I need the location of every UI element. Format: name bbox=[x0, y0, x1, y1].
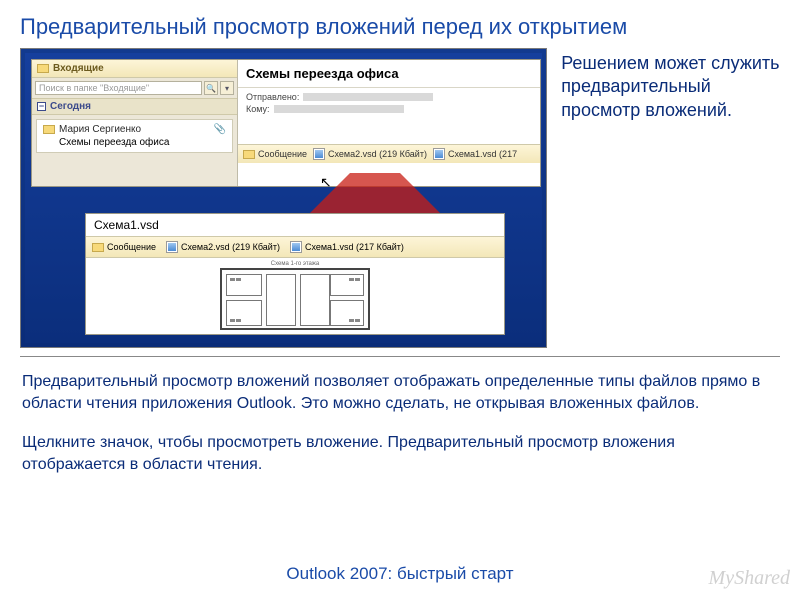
paragraph-1: Предварительный просмотр вложений позвол… bbox=[22, 371, 778, 414]
attachment-file1: Схема2.vsd (219 Кбайт) bbox=[328, 149, 427, 159]
meta-sent: Отправлено: bbox=[238, 92, 540, 102]
paragraph-2: Щелкните значок, чтобы просмотреть вложе… bbox=[22, 432, 778, 475]
attachment-message-tab[interactable]: Сообщение bbox=[243, 149, 307, 159]
search-icon[interactable]: 🔍 bbox=[204, 81, 218, 95]
attachment-chip[interactable]: Схема2.vsd (219 Кбайт) bbox=[166, 241, 280, 253]
attachment-message-label: Сообщение bbox=[258, 149, 307, 159]
stage: Входящие Поиск в папке "Входящие" 🔍 ▾ − … bbox=[20, 48, 780, 348]
meta-to-label: Кому: bbox=[246, 104, 270, 114]
cursor-icon: ↖ bbox=[320, 174, 332, 191]
outlook-panel: Входящие Поиск в папке "Входящие" 🔍 ▾ − … bbox=[31, 59, 541, 187]
reading-title: Схемы переезда офиса bbox=[238, 60, 540, 83]
floorplan-caption: Схема 1-го этажа bbox=[222, 261, 368, 267]
group-today[interactable]: − Сегодня bbox=[32, 99, 237, 115]
screenshot: Входящие Поиск в папке "Входящие" 🔍 ▾ − … bbox=[25, 53, 542, 343]
attachment-chip[interactable]: Схема1.vsd (217 Кбайт) bbox=[290, 241, 404, 253]
envelope-icon bbox=[43, 125, 55, 134]
paperclip-icon: 📎 bbox=[214, 124, 226, 135]
placeholder-bar bbox=[274, 105, 404, 113]
attachment-file1: Схема2.vsd (219 Кбайт) bbox=[181, 242, 280, 252]
body-text: Предварительный просмотр вложений позвол… bbox=[0, 357, 800, 475]
floorplan-diagram: Схема 1-го этажа bbox=[220, 268, 370, 330]
message-from: Мария Сергиенко bbox=[59, 124, 141, 135]
slide-title: Предварительный просмотр вложений перед … bbox=[0, 0, 800, 48]
screenshot-frame: Входящие Поиск в папке "Входящие" 🔍 ▾ − … bbox=[20, 48, 547, 348]
preview-file-title: Схема1.vsd bbox=[86, 214, 504, 236]
visio-file-icon bbox=[290, 241, 302, 253]
meta-to: Кому: bbox=[238, 104, 540, 114]
reading-pane: Схемы переезда офиса Отправлено: Кому: bbox=[238, 60, 540, 186]
visio-file-icon bbox=[313, 148, 325, 160]
meta-sent-label: Отправлено: bbox=[246, 92, 299, 102]
search-row: Поиск в папке "Входящие" 🔍 ▾ bbox=[32, 78, 237, 99]
attachment-chip[interactable]: Схема2.vsd (219 Кбайт) bbox=[313, 148, 427, 160]
folder-pane: Входящие Поиск в папке "Входящие" 🔍 ▾ − … bbox=[32, 60, 238, 186]
today-label: Сегодня bbox=[50, 101, 91, 112]
visio-file-icon bbox=[433, 148, 445, 160]
attachment-chip[interactable]: Схема1.vsd (217 bbox=[433, 148, 517, 160]
preview-panel: Схема1.vsd Сообщение Схема2.vsd (219 Кба… bbox=[85, 213, 505, 335]
footer: Outlook 2007: быстрый старт bbox=[0, 564, 800, 584]
inbox-icon bbox=[37, 64, 49, 73]
message-from-row: Мария Сергиенко 📎 bbox=[43, 124, 226, 135]
envelope-icon bbox=[243, 150, 255, 159]
attachment-bar: Сообщение Схема2.vsd (219 Кбайт) Схема1.… bbox=[238, 144, 540, 163]
envelope-icon bbox=[92, 243, 104, 252]
search-input[interactable]: Поиск в папке "Входящие" bbox=[35, 81, 202, 95]
attachment-file2-short: Схема1.vsd (217 bbox=[448, 149, 517, 159]
folder-name: Входящие bbox=[53, 63, 104, 74]
side-note: Решением может служить предварительный п… bbox=[561, 48, 780, 348]
attachment-message-label: Сообщение bbox=[107, 242, 156, 252]
message-item[interactable]: Мария Сергиенко 📎 Схемы переезда офиса bbox=[36, 119, 233, 153]
attachment-file2: Схема1.vsd (217 Кбайт) bbox=[305, 242, 404, 252]
placeholder-bar bbox=[303, 93, 433, 101]
attachment-message-tab[interactable]: Сообщение bbox=[92, 242, 156, 252]
collapse-icon[interactable]: − bbox=[37, 102, 46, 111]
visio-file-icon bbox=[166, 241, 178, 253]
message-subject: Схемы переезда офиса bbox=[43, 137, 226, 148]
folder-header[interactable]: Входящие bbox=[32, 60, 237, 78]
preview-attachment-bar: Сообщение Схема2.vsd (219 Кбайт) Схема1.… bbox=[86, 236, 504, 258]
chevron-down-icon[interactable]: ▾ bbox=[220, 81, 234, 95]
